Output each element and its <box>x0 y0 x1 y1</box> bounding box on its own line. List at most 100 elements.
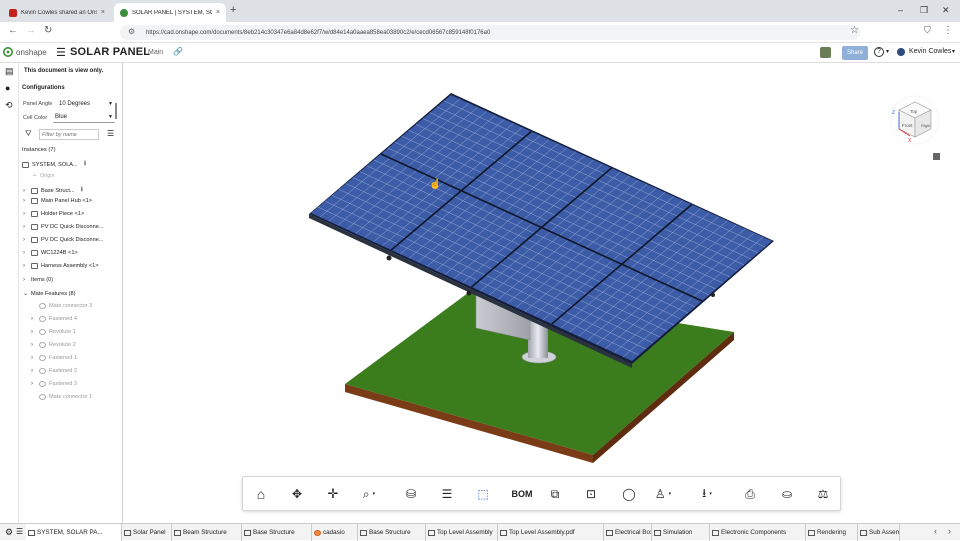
share-button[interactable]: Share <box>842 46 868 60</box>
root-assembly-row[interactable]: SYSTEM, SOLA... ⭳ <box>22 159 86 170</box>
instance-name: PV DC Quick Disconne... <box>41 224 104 230</box>
mate-row[interactable]: › Fastened 2 <box>31 368 77 374</box>
element-tab[interactable]: Electrical Box <box>604 524 652 541</box>
tab-list-icon[interactable]: ☰ <box>16 527 23 536</box>
mate-button[interactable]: ♙ ▾ <box>653 485 673 503</box>
instance-row[interactable]: › Harness Assembly <1> <box>23 263 99 269</box>
address-bar-row: ← → ↻ ⚙ https://cad.onshape.com/document… <box>0 22 960 43</box>
element-tab[interactable]: Base Structure <box>242 524 312 541</box>
onshape-logo[interactable]: onshape <box>3 47 47 57</box>
scroll-left-icon[interactable]: ‹ <box>934 526 937 536</box>
pan-button[interactable]: ✛ <box>323 485 343 503</box>
instance-row[interactable]: › Main Panel Hub <1> <box>23 198 92 204</box>
explode-button[interactable]: ⛁ <box>401 485 421 503</box>
export-button[interactable]: ⭳ ▾ <box>697 485 717 503</box>
zoom-button[interactable]: ⌕ ▾ <box>359 485 379 503</box>
forward-icon[interactable]: → <box>26 25 36 36</box>
comments-icon[interactable]: ● <box>5 83 10 93</box>
close-window-button[interactable]: ✕ <box>942 5 950 16</box>
instance-row[interactable]: › WC1224B <1> <box>23 250 78 256</box>
element-tab[interactable]: Top Level Assembly.pdf <box>498 524 604 541</box>
panel-angle-select[interactable]: 10 Degrees ▼ <box>57 98 115 109</box>
menu-icon[interactable]: ⋮ <box>943 25 953 36</box>
element-tab[interactable]: Rendering <box>806 524 858 541</box>
minimize-button[interactable]: – <box>898 5 903 15</box>
view-cube-front-label: Front <box>902 123 913 128</box>
bookmark-star-icon[interactable]: ☆ <box>850 25 859 36</box>
filter-input[interactable] <box>39 129 99 140</box>
hamburger-menu-icon[interactable]: ☰ <box>56 46 66 59</box>
element-tab[interactable]: cadasio <box>312 524 358 541</box>
measure-button[interactable]: ⊡ <box>581 485 601 503</box>
browser-tab-title: SOLAR PANEL | SYSTEM, SOLAR <box>132 9 212 16</box>
assembly-toolbar: ⌂ ✥ ✛ ⌕ ▾ ⛁ ☰ ⬚ BOM ⧉ ⊡ ◯ ♙ ▾ ⭳ ▾ ⎙ ⛀ ⚖ <box>242 476 841 511</box>
instance-row[interactable]: › PV DC Quick Disconne... <box>23 237 104 243</box>
view-options-icon[interactable] <box>933 153 940 160</box>
appearance-button[interactable]: ⚖ <box>813 485 833 503</box>
list-button[interactable]: ☰ <box>437 485 457 503</box>
list-view-icon[interactable]: ☰ <box>107 129 114 138</box>
instance-row[interactable]: › Base Struct... ⭳ <box>23 185 83 196</box>
download-icon[interactable]: ⭳ <box>84 159 86 170</box>
mate-row[interactable]: Mate connector 1 <box>31 394 92 400</box>
mate-row[interactable]: › Revolute 2 <box>31 342 76 348</box>
element-tab[interactable]: Base Structure <box>358 524 426 541</box>
graphics-viewport[interactable]: ☝ <box>123 63 960 523</box>
instance-row[interactable]: › PV DC Quick Disconne... <box>23 224 104 230</box>
render-button[interactable]: ⛀ <box>777 485 797 503</box>
site-info-icon[interactable]: ⚙ <box>128 27 135 36</box>
user-avatar[interactable] <box>897 48 905 56</box>
element-tab[interactable]: Sub Assem <box>858 524 900 541</box>
insert-element-icon[interactable]: ⚙ <box>5 527 13 538</box>
mate-row[interactable]: › Fastened 3 <box>31 381 77 387</box>
filter-icon[interactable]: ⛛ <box>25 129 32 139</box>
shield-icon[interactable]: ⛉ <box>924 25 931 36</box>
element-tab[interactable]: SYSTEM, SOLAR PA... <box>26 524 122 541</box>
view-cube[interactable]: Top Front Right Z X <box>884 92 944 162</box>
mate-row[interactable]: Mate connector 3 <box>31 303 92 309</box>
element-tab[interactable]: Solar Panel <box>122 524 172 541</box>
url-field[interactable]: ⚙ https://cad.onshape.com/documents/8eb2… <box>120 25 860 40</box>
element-tab[interactable]: Beam Structure <box>172 524 242 541</box>
cell-color-select[interactable]: Blue ▼ <box>53 112 115 123</box>
help-icon[interactable]: ? <box>874 47 884 57</box>
back-icon[interactable]: ← <box>8 25 18 36</box>
help-dropdown-icon[interactable]: ▾ <box>886 48 889 55</box>
element-tab[interactable]: Simulation <box>652 524 710 541</box>
history-icon[interactable]: ⟲ <box>5 100 13 111</box>
scroll-right-icon[interactable]: › <box>948 526 951 536</box>
browser-tab-shared[interactable]: Kevin Cowles shared an Onshape × <box>3 3 111 22</box>
home-view-button[interactable]: ⌂ <box>251 485 271 503</box>
reload-icon[interactable]: ↻ <box>44 25 52 36</box>
link-icon[interactable]: 🔗 <box>173 47 183 56</box>
close-tab-icon[interactable]: × <box>216 9 220 16</box>
items-row[interactable]: › Items (0) <box>23 277 53 283</box>
comment-button[interactable]: ◯ <box>619 485 639 503</box>
user-dropdown-icon[interactable]: ▾ <box>952 48 955 55</box>
origin-row[interactable]: ⟂ Origin <box>33 172 55 179</box>
mate-row[interactable]: › Fastened 4 <box>31 316 77 322</box>
browser-tab-active[interactable]: SOLAR PANEL | SYSTEM, SOLAR × <box>114 3 226 22</box>
download-icon[interactable]: ⭳ <box>81 185 83 196</box>
panel-scrollbar[interactable] <box>115 103 117 119</box>
element-tab[interactable]: Top Level Assembly <box>426 524 498 541</box>
element-tab[interactable]: Electronic Components <box>710 524 806 541</box>
mate-icon <box>39 368 46 374</box>
graph-button[interactable]: ⧉ <box>545 485 565 503</box>
mate-row[interactable]: › Fastened 1 <box>31 355 77 361</box>
instance-row[interactable]: › Holder Piece <1> <box>23 211 84 217</box>
element-tab-icon <box>712 529 719 536</box>
section-view-button[interactable]: ⬚ <box>473 485 493 503</box>
user-name[interactable]: Kevin Cowles <box>909 48 951 55</box>
print-button[interactable]: ⎙ <box>740 485 760 503</box>
close-tab-icon[interactable]: × <box>101 9 105 16</box>
bom-button[interactable]: BOM <box>511 485 533 503</box>
feature-list-icon[interactable]: ▤ <box>5 66 14 77</box>
new-tab-button[interactable]: + <box>230 4 236 16</box>
move-button[interactable]: ✥ <box>287 485 307 503</box>
maximize-button[interactable]: ❐ <box>920 5 928 16</box>
mate-row[interactable]: › Revolute 1 <box>31 329 76 335</box>
solar-panel-model[interactable] <box>123 63 960 523</box>
notifications-avatar[interactable] <box>820 47 831 58</box>
mate-features-row[interactable]: ⌄ Mate Features (8) <box>23 290 75 298</box>
